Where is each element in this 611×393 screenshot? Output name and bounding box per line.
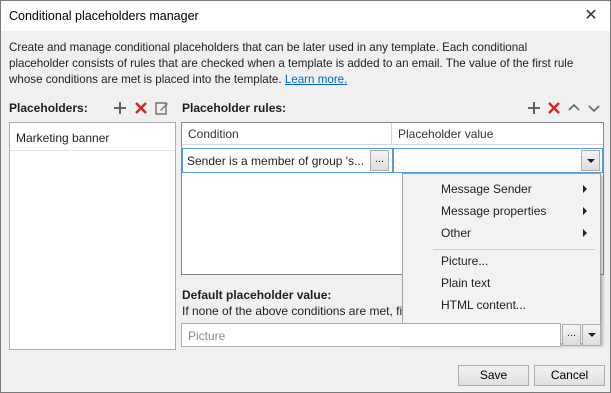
submenu-arrow-icon bbox=[583, 207, 587, 215]
menu-item-html-content[interactable]: HTML content... bbox=[441, 298, 526, 312]
column-header-value[interactable]: Placeholder value bbox=[398, 127, 493, 141]
chevron-down-icon bbox=[588, 333, 596, 337]
menu-item-message-sender[interactable]: Message Sender bbox=[441, 182, 532, 196]
column-header-condition[interactable]: Condition bbox=[188, 127, 239, 141]
cancel-button[interactable]: Cancel bbox=[534, 365, 605, 386]
dialog-body: Create and manage conditional placeholde… bbox=[1, 31, 610, 392]
default-value-browse-button[interactable]: ... bbox=[562, 324, 581, 346]
default-value-field[interactable]: Picture bbox=[181, 323, 561, 347]
menu-separator bbox=[433, 249, 595, 250]
value-type-menu: Message Sender Message properties Other … bbox=[402, 173, 601, 344]
chevron-down-icon bbox=[587, 159, 595, 163]
condition-text: Sender is a member of group 's... bbox=[187, 154, 365, 168]
menu-gutter bbox=[403, 174, 431, 343]
default-value-placeholder: Picture bbox=[188, 329, 226, 343]
plus-icon[interactable] bbox=[113, 101, 127, 115]
close-button[interactable]: ✕ bbox=[580, 5, 602, 27]
placeholder-rules-label: Placeholder rules: bbox=[182, 101, 287, 115]
description-line-3-text: whose conditions are met is placed into … bbox=[9, 73, 282, 86]
plus-icon[interactable] bbox=[527, 101, 541, 115]
menu-item-message-properties[interactable]: Message properties bbox=[441, 204, 546, 218]
learn-more-link[interactable]: Learn more. bbox=[285, 73, 348, 86]
list-divider bbox=[10, 150, 175, 151]
menu-item-picture[interactable]: Picture... bbox=[441, 254, 488, 268]
list-item[interactable]: Marketing banner bbox=[16, 131, 109, 145]
menu-item-other[interactable]: Other bbox=[441, 226, 471, 240]
default-value-label: Default placeholder value: bbox=[182, 288, 332, 302]
grid-header: Condition Placeholder value bbox=[182, 123, 603, 145]
submenu-arrow-icon bbox=[583, 229, 587, 237]
placeholder-value-cell[interactable] bbox=[393, 148, 603, 173]
description-line-1: Create and manage conditional placeholde… bbox=[9, 41, 528, 54]
condition-cell[interactable]: Sender is a member of group 's... ... bbox=[182, 148, 393, 173]
placeholders-label: Placeholders: bbox=[9, 101, 88, 115]
dialog-window: Conditional placeholders manager ✕ Creat… bbox=[0, 0, 611, 393]
delete-icon[interactable] bbox=[547, 101, 561, 115]
title-bar: Conditional placeholders manager ✕ bbox=[1, 1, 610, 31]
delete-icon[interactable] bbox=[134, 101, 148, 115]
edit-icon[interactable] bbox=[155, 101, 169, 115]
save-button[interactable]: Save bbox=[458, 365, 529, 386]
description-line-2: placeholder consists of rules that are c… bbox=[9, 57, 574, 70]
placeholders-list[interactable]: Marketing banner bbox=[9, 122, 176, 350]
move-up-icon[interactable] bbox=[567, 101, 581, 115]
description-text: Create and manage conditional placeholde… bbox=[9, 40, 603, 88]
submenu-arrow-icon bbox=[583, 185, 587, 193]
value-dropdown-button[interactable] bbox=[581, 150, 600, 171]
move-down-icon[interactable] bbox=[587, 101, 601, 115]
column-separator bbox=[391, 123, 392, 145]
window-title: Conditional placeholders manager bbox=[9, 9, 199, 23]
menu-item-plain-text[interactable]: Plain text bbox=[441, 276, 490, 290]
default-value-dropdown-button[interactable] bbox=[582, 324, 601, 346]
description-line-3: whose conditions are met is placed into … bbox=[9, 72, 603, 88]
default-value-hint: If none of the above conditions are met,… bbox=[182, 304, 403, 318]
condition-browse-button[interactable]: ... bbox=[370, 150, 389, 171]
